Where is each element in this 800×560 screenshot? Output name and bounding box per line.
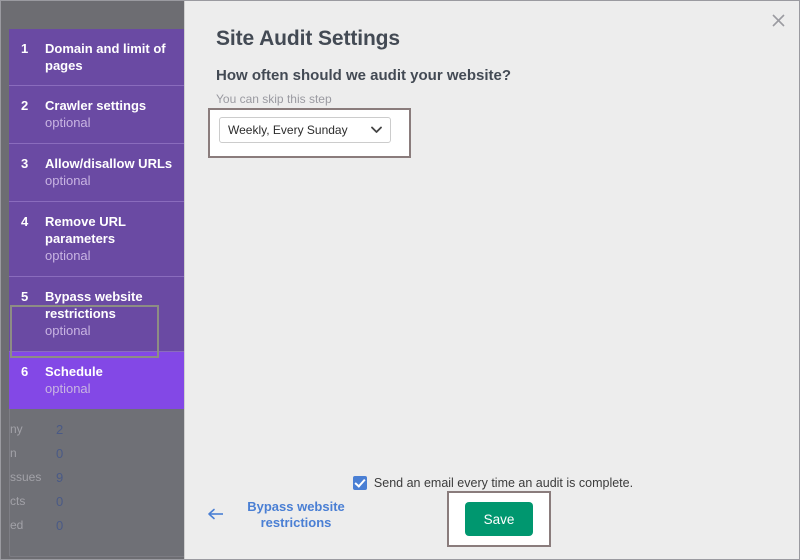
chevron-down-icon	[370, 124, 382, 136]
app-screen: anges ny 2 n 0 ssues 9 cts 0	[0, 0, 800, 560]
step-title: Remove URL parameters	[45, 213, 174, 247]
step-title: Schedule	[45, 363, 174, 380]
schedule-select[interactable]: Weekly, Every Sunday	[219, 117, 391, 143]
step-item-5[interactable]: 5 Bypass website restrictions optional	[9, 277, 184, 352]
step-number: 4	[21, 213, 45, 265]
close-icon[interactable]	[763, 5, 793, 35]
background-stats-rows: ny 2 n 0 ssues 9 cts 0 ed 0	[10, 417, 180, 537]
background-stat-value: 0	[56, 494, 63, 509]
save-button-focus-ring: Save	[447, 491, 551, 547]
step-optional-label: optional	[45, 172, 174, 190]
step-optional-label: optional	[45, 322, 174, 340]
background-stat-value: 2	[56, 422, 63, 437]
step-item-2[interactable]: 2 Crawler settings optional	[9, 86, 184, 144]
step-title: Allow/disallow URLs	[45, 155, 174, 172]
send-email-checkbox[interactable]	[353, 476, 367, 490]
background-stat-value: 0	[56, 446, 63, 461]
schedule-select-focus-ring: Weekly, Every Sunday	[208, 108, 411, 158]
step-number: 2	[21, 97, 45, 132]
step-number: 3	[21, 155, 45, 190]
schedule-question: How often should we audit your website?	[216, 67, 511, 84]
step-title: Domain and limit of pages	[45, 40, 174, 74]
background-stat-value: 9	[56, 470, 63, 485]
step-optional-label: optional	[45, 380, 174, 398]
page-title: Site Audit Settings	[216, 27, 400, 51]
site-audit-settings-modal: Site Audit Settings How often should we …	[184, 1, 800, 560]
email-notification-row: Send an email every time an audit is com…	[185, 476, 800, 490]
background-stat-label: n	[10, 446, 56, 460]
step-item-4[interactable]: 4 Remove URL parameters optional	[9, 202, 184, 277]
step-number: 1	[21, 40, 45, 74]
background-stat-label: ed	[10, 518, 56, 532]
step-item-3[interactable]: 3 Allow/disallow URLs optional	[9, 144, 184, 202]
skip-step-hint: You can skip this step	[216, 92, 332, 106]
arrow-left-icon[interactable]	[207, 507, 225, 524]
background-stat-label: cts	[10, 494, 56, 508]
background-stat-row: ny 2	[10, 417, 180, 441]
background-stat-label: ssues	[10, 470, 56, 484]
previous-step-label[interactable]: Bypass website restrictions	[241, 499, 351, 531]
background-stat-row: n 0	[10, 441, 180, 465]
step-optional-label: optional	[45, 114, 174, 132]
step-number: 5	[21, 288, 45, 340]
background-stat-row: cts 0	[10, 489, 180, 513]
previous-step-link[interactable]: Bypass website restrictions	[207, 499, 351, 531]
step-title: Crawler settings	[45, 97, 174, 114]
background-stat-row: ed 0	[10, 513, 180, 537]
step-item-1[interactable]: 1 Domain and limit of pages	[9, 29, 184, 86]
background-stat-row: ssues 9	[10, 465, 180, 489]
step-optional-label: optional	[45, 247, 174, 265]
schedule-select-value: Weekly, Every Sunday	[228, 123, 370, 137]
save-button[interactable]: Save	[465, 502, 533, 536]
step-item-6[interactable]: 6 Schedule optional	[9, 352, 184, 409]
step-number: 6	[21, 363, 45, 398]
send-email-label: Send an email every time an audit is com…	[374, 476, 633, 490]
step-title: Bypass website restrictions	[45, 288, 174, 322]
settings-stepper: 1 Domain and limit of pages 2 Crawler se…	[9, 29, 184, 409]
background-stat-label: ny	[10, 422, 56, 436]
background-stat-value: 0	[56, 518, 63, 533]
